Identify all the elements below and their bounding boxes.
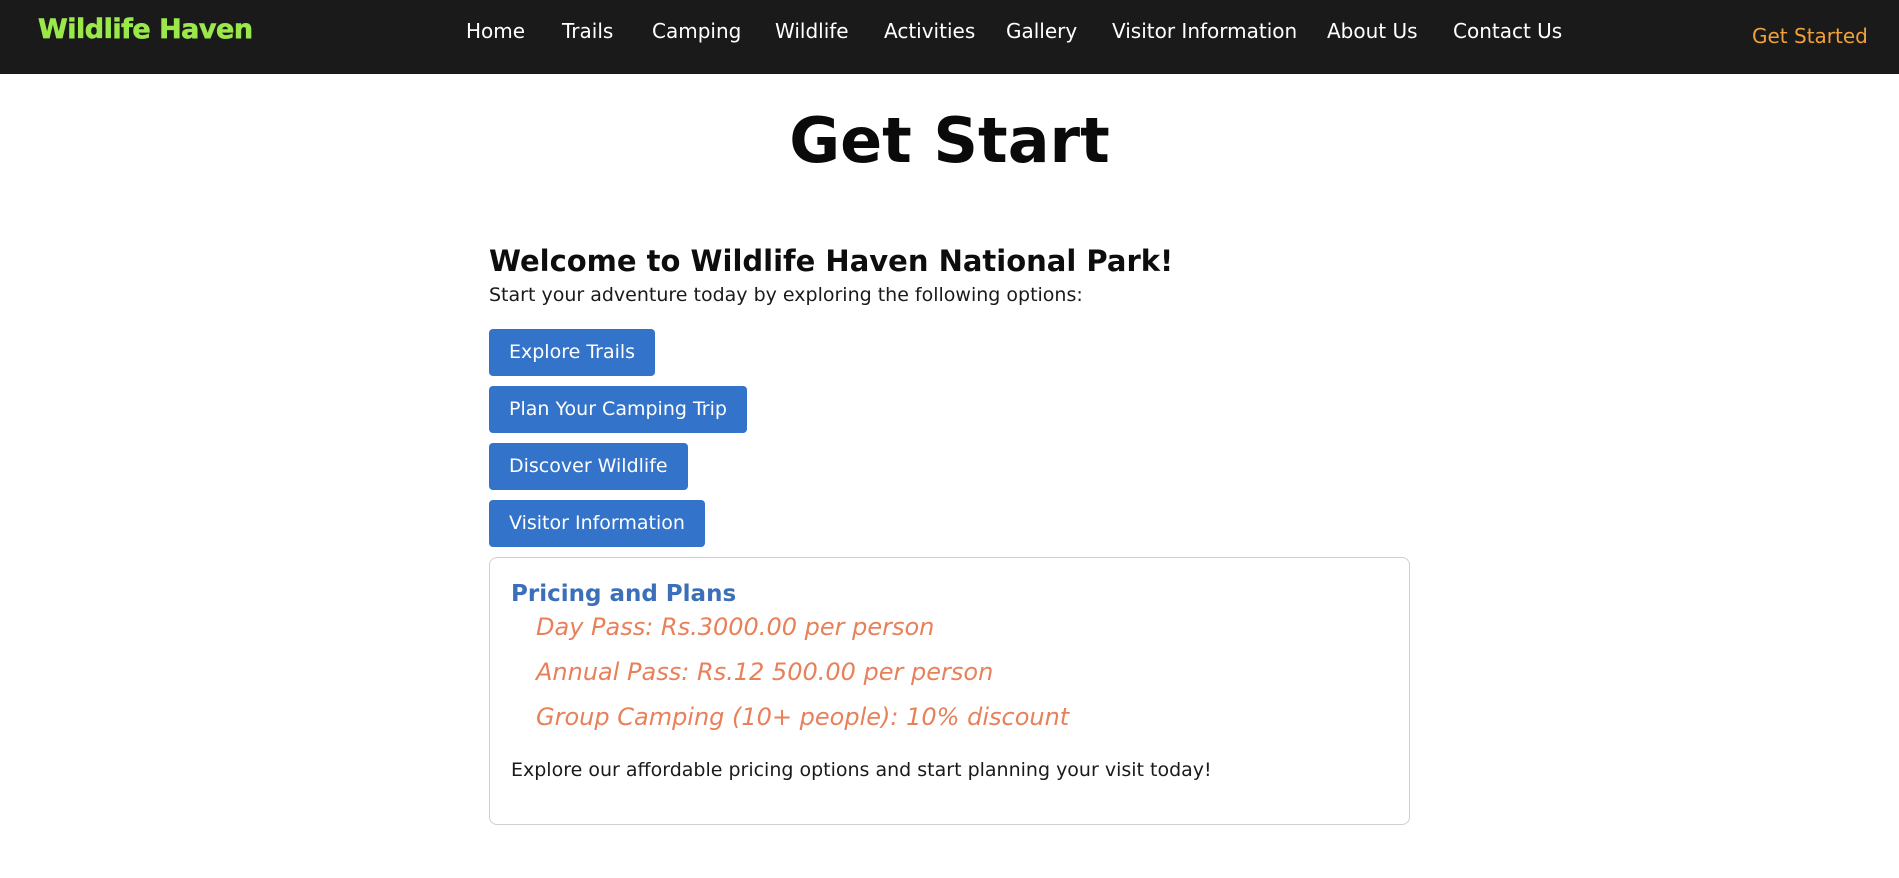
explore-trails-button[interactable]: Explore Trails — [489, 329, 656, 376]
welcome-heading: Welcome to Wildlife Haven National Park! — [489, 244, 1174, 278]
page-title: Get Start — [789, 104, 1110, 177]
top-navbar: Wildlife Haven Home Trails Camping Wildl… — [0, 0, 1899, 74]
nav-visitor-information-link[interactable]: Visitor Information — [1112, 19, 1297, 43]
main-nav: Home Trails Camping Wildlife Activities … — [0, 19, 1899, 49]
nav-home-link[interactable]: Home — [466, 19, 525, 43]
nav-activities-link[interactable]: Activities — [884, 19, 975, 43]
nav-contact-us-link[interactable]: Contact Us — [1453, 19, 1562, 43]
pricing-title: Pricing and Plans — [511, 581, 737, 607]
discover-wildlife-button[interactable]: Discover Wildlife — [489, 443, 688, 490]
plan-item-group-camping: Group Camping (10+ people): 10% discount — [536, 703, 1070, 731]
intro-text: Start your adventure today by exploring … — [489, 284, 1083, 306]
pricing-note: Explore our affordable pricing options a… — [511, 759, 1212, 781]
nav-camping-link[interactable]: Camping — [652, 19, 741, 43]
nav-wildlife-link[interactable]: Wildlife — [775, 19, 849, 43]
nav-about-us-link[interactable]: About Us — [1327, 19, 1418, 43]
plan-camping-trip-button[interactable]: Plan Your Camping Trip — [489, 386, 747, 433]
nav-gallery-link[interactable]: Gallery — [1006, 19, 1077, 43]
plan-item-annual-pass: Annual Pass: Rs.12 500.00 per person — [536, 658, 994, 686]
get-started-link[interactable]: Get Started — [1752, 24, 1868, 48]
pricing-card: Pricing and Plans Day Pass: Rs.3000.00 p… — [489, 557, 1410, 825]
plan-item-day-pass: Day Pass: Rs.3000.00 per person — [536, 613, 935, 641]
visitor-information-button[interactable]: Visitor Information — [489, 500, 705, 547]
nav-trails-link[interactable]: Trails — [562, 19, 613, 43]
